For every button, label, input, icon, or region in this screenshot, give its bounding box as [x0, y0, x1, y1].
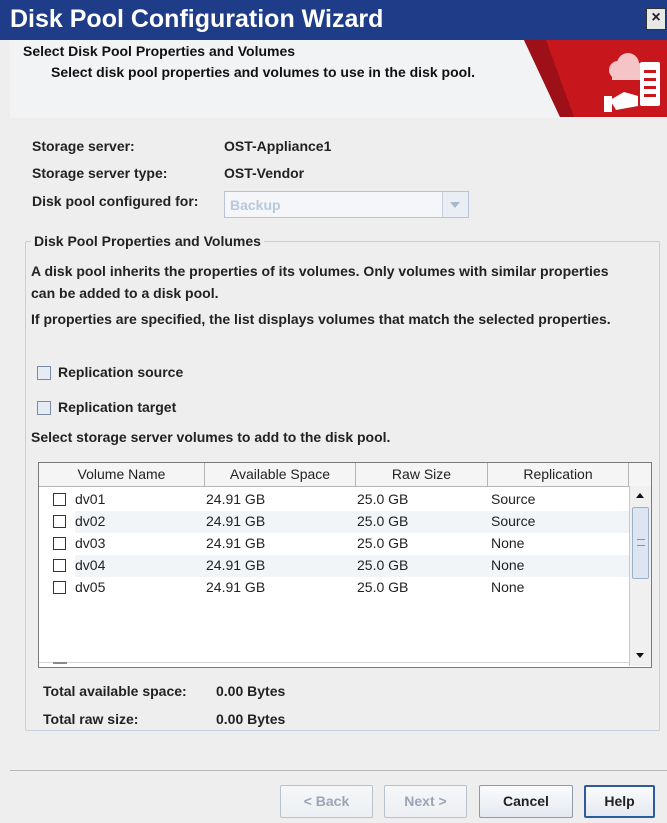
table-header: Volume Name Available Space Raw Size Rep…: [39, 463, 629, 487]
table-header-corner: [629, 463, 651, 487]
title-bar: Disk Pool Configuration Wizard ×: [0, 0, 667, 40]
total-available-value: 0.00 Bytes: [216, 683, 286, 699]
table-row[interactable]: dv03 24.91 GB 25.0 GB None: [39, 533, 629, 555]
row-checkbox[interactable]: [53, 559, 66, 572]
table-row[interactable]: dv05 24.91 GB 25.0 GB None: [39, 577, 629, 599]
table-row[interactable]: dv04 24.91 GB 25.0 GB None: [39, 555, 629, 577]
cell-replication: None: [491, 579, 525, 595]
header-subtitle: Select disk pool properties and volumes …: [51, 64, 475, 80]
configured-for-dropdown[interactable]: Backup: [224, 191, 469, 218]
back-button[interactable]: < Back: [280, 785, 373, 818]
cell-volume-name: dv02: [75, 513, 106, 529]
replication-target-label[interactable]: Replication target: [58, 399, 176, 415]
cell-volume-name: dv04: [75, 557, 106, 573]
table-row[interactable]: dv01 24.91 GB 25.0 GB Source: [39, 489, 629, 511]
help-button[interactable]: Help: [584, 785, 655, 818]
row-checkbox[interactable]: [53, 515, 66, 528]
replication-source-checkbox[interactable]: [37, 366, 51, 380]
cloud-storage-icon: [524, 40, 667, 117]
header-title: Select Disk Pool Properties and Volumes: [23, 43, 296, 59]
replication-target-checkbox[interactable]: [37, 401, 51, 415]
group-title: Disk Pool Properties and Volumes: [31, 233, 264, 249]
replication-source-label[interactable]: Replication source: [58, 364, 183, 380]
cell-available-space: 24.91 GB: [206, 513, 266, 529]
configured-for-value: Backup: [230, 197, 281, 213]
wizard-header: Select Disk Pool Properties and Volumes …: [10, 40, 667, 119]
cell-raw-size: 25.0 GB: [357, 491, 409, 507]
column-header-available-space[interactable]: Available Space: [205, 463, 356, 486]
cell-replication: Source: [491, 513, 536, 529]
inherit-description: A disk pool inherits the properties of i…: [31, 263, 609, 301]
column-header-volume-name[interactable]: Volume Name: [39, 463, 205, 486]
column-header-raw-size[interactable]: Raw Size: [356, 463, 488, 486]
cell-replication: None: [491, 557, 525, 573]
horizontal-scroll-thumb[interactable]: [53, 662, 67, 664]
window-title: Disk Pool Configuration Wizard: [10, 5, 384, 33]
cell-raw-size: 25.0 GB: [357, 535, 409, 551]
cell-raw-size: 25.0 GB: [357, 513, 409, 529]
horizontal-scroll-track: [39, 662, 629, 663]
storage-server-value: OST-Appliance1: [224, 138, 332, 154]
wizard-content: Storage server: OST-Appliance1 Storage s…: [10, 118, 667, 758]
row-checkbox[interactable]: [53, 581, 66, 594]
cell-replication: Source: [491, 491, 536, 507]
table-row[interactable]: dv02 24.91 GB 25.0 GB Source: [39, 511, 629, 533]
cell-available-space: 24.91 GB: [206, 557, 266, 573]
cell-replication: None: [491, 535, 525, 551]
vertical-scrollbar[interactable]: [629, 486, 651, 666]
cancel-button[interactable]: Cancel: [479, 785, 573, 818]
column-header-replication[interactable]: Replication: [488, 463, 629, 486]
total-raw-label: Total raw size:: [43, 711, 139, 727]
cell-raw-size: 25.0 GB: [357, 579, 409, 595]
cell-available-space: 24.91 GB: [206, 491, 266, 507]
chevron-down-icon[interactable]: [442, 192, 468, 217]
volumes-table[interactable]: Volume Name Available Space Raw Size Rep…: [38, 462, 652, 668]
cell-volume-name: dv05: [75, 579, 106, 595]
total-available-label: Total available space:: [43, 683, 187, 699]
storage-server-label: Storage server:: [32, 138, 135, 154]
cell-volume-name: dv01: [75, 491, 106, 507]
row-checkbox[interactable]: [53, 493, 66, 506]
storage-server-type-label: Storage server type:: [32, 165, 168, 181]
row-checkbox[interactable]: [53, 537, 66, 550]
cell-available-space: 24.91 GB: [206, 535, 266, 551]
select-volumes-label: Select storage server volumes to add to …: [31, 429, 391, 445]
configured-for-label: Disk pool configured for:: [32, 193, 199, 209]
total-raw-value: 0.00 Bytes: [216, 711, 286, 727]
scroll-down-icon[interactable]: [630, 645, 651, 666]
scroll-up-icon[interactable]: [630, 486, 651, 507]
cell-raw-size: 25.0 GB: [357, 557, 409, 573]
scrollbar-thumb[interactable]: [632, 507, 649, 579]
cell-available-space: 24.91 GB: [206, 579, 266, 595]
next-button[interactable]: Next >: [384, 785, 467, 818]
cell-volume-name: dv03: [75, 535, 106, 551]
close-icon[interactable]: ×: [646, 8, 666, 30]
storage-server-type-value: OST-Vendor: [224, 165, 305, 181]
footer-separator: [10, 770, 667, 771]
filter-description: If properties are specified, the list di…: [31, 311, 611, 327]
